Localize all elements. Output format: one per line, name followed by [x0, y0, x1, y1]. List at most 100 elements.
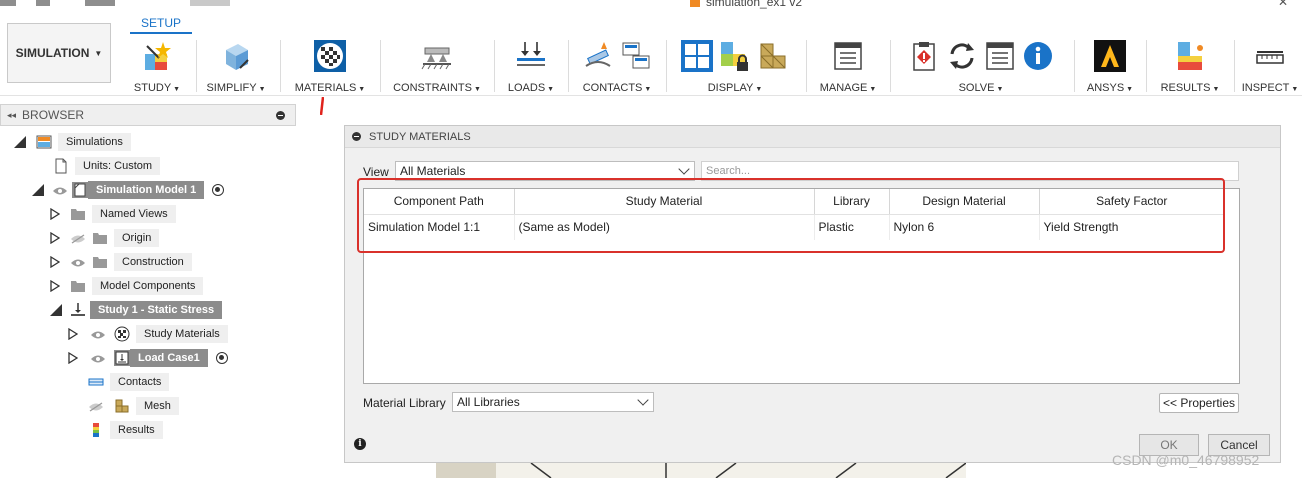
column-header-component-path[interactable]: Component Path: [364, 189, 515, 215]
contacts-group[interactable]: CONTACTS ▼: [574, 36, 660, 94]
expand-triangle-icon[interactable]: [50, 304, 62, 316]
app-menu-icon[interactable]: [0, 0, 16, 6]
results-group[interactable]: RESULTS ▼: [1152, 36, 1228, 94]
study-group[interactable]: STUDY ▼: [122, 36, 192, 94]
close-icon[interactable]: ✕: [1278, 0, 1288, 9]
activate-radio-icon[interactable]: [212, 184, 225, 196]
column-header-design-material[interactable]: Design Material: [889, 189, 1040, 215]
structural-constraint-icon[interactable]: [421, 40, 453, 72]
collapsed-triangle-icon[interactable]: [68, 328, 78, 340]
column-header-library[interactable]: Library: [814, 189, 890, 215]
static-stress-icon: [70, 302, 86, 318]
dialog-header[interactable]: STUDY MATERIALS: [345, 126, 1280, 148]
constraints-label: CONSTRAINTS: [393, 82, 472, 94]
collapsed-triangle-icon[interactable]: [50, 232, 60, 244]
tree-node-study-materials[interactable]: Study Materials: [68, 324, 228, 344]
cell-study-material[interactable]: (Same as Model): [514, 214, 815, 240]
manage-group[interactable]: MANAGE ▼: [812, 36, 884, 94]
collapsed-triangle-icon[interactable]: [50, 208, 60, 220]
table-row[interactable]: Simulation Model 1:1 (Same as Model) Pla…: [364, 214, 1224, 240]
tree-node-origin[interactable]: Origin: [50, 228, 160, 248]
mesh-display-icon[interactable]: [757, 40, 789, 72]
tab-setup[interactable]: SETUP: [130, 16, 192, 34]
study-materials-icon[interactable]: [314, 40, 346, 72]
save-icon[interactable]: [85, 0, 115, 6]
measure-icon[interactable]: [1254, 40, 1286, 72]
collapsed-triangle-icon[interactable]: [68, 352, 78, 364]
visibility-eye-icon[interactable]: [70, 257, 86, 267]
collapsed-triangle-icon[interactable]: [50, 280, 60, 292]
display-settings-icon[interactable]: [681, 40, 713, 72]
ansys-group[interactable]: ANSYS ▼: [1080, 36, 1140, 94]
cell-safety-factor[interactable]: Yield Strength: [1039, 214, 1224, 240]
properties-button[interactable]: << Properties: [1159, 393, 1239, 413]
document-title-text: simulation_ex1 v2: [706, 0, 803, 9]
pre-check-icon[interactable]: [908, 40, 940, 72]
settings-list-icon[interactable]: [832, 40, 864, 72]
expand-triangle-icon[interactable]: [32, 184, 44, 196]
materials-table-container: Component Path Study Material Library De…: [363, 188, 1240, 384]
tree-node-units[interactable]: Units: Custom: [53, 156, 161, 176]
automatic-contacts-icon[interactable]: [582, 40, 614, 72]
tree-node-contacts[interactable]: Contacts: [88, 372, 170, 392]
workspace-switcher-button[interactable]: SIMULATION ▼: [7, 23, 111, 83]
visibility-eye-icon[interactable]: [90, 329, 106, 339]
tree-node-load-case[interactable]: Load Case1: [68, 348, 228, 368]
tree-node-study-1[interactable]: Study 1 - Static Stress: [50, 300, 223, 320]
activate-radio-icon[interactable]: [215, 352, 228, 364]
tree-label: Construction: [114, 253, 192, 271]
cell-component-path: Simulation Model 1:1: [364, 214, 515, 240]
folder-icon: [70, 278, 86, 294]
constraints-group[interactable]: CONSTRAINTS ▼: [386, 36, 488, 94]
materials-group[interactable]: MATERIALS ▼: [286, 36, 374, 94]
hidden-eye-icon[interactable]: [70, 233, 86, 244]
material-library-select[interactable]: All Libraries: [452, 392, 654, 412]
results-icon[interactable]: [1174, 40, 1206, 72]
collapsed-triangle-icon[interactable]: [50, 256, 60, 268]
info-icon[interactable]: i: [354, 438, 366, 450]
home-icon[interactable]: [190, 0, 230, 6]
solve-icon[interactable]: [946, 40, 978, 72]
minimize-browser-icon[interactable]: [276, 111, 285, 120]
column-header-study-material[interactable]: Study Material: [514, 189, 815, 215]
hidden-eye-icon[interactable]: [88, 401, 104, 412]
simplify-icon[interactable]: [220, 40, 252, 72]
simplify-group[interactable]: SIMPLIFY ▼: [200, 36, 272, 94]
tree-label: Contacts: [110, 373, 170, 391]
inspect-group[interactable]: INSPECT ▼: [1238, 36, 1302, 94]
job-status-icon[interactable]: [984, 40, 1016, 72]
solve-group[interactable]: SOLVE ▼: [896, 36, 1066, 94]
info-circle-icon[interactable]: [1022, 40, 1054, 72]
display-group[interactable]: DISPLAY ▼: [672, 36, 798, 94]
tree-node-construction[interactable]: Construction: [50, 252, 192, 272]
search-input[interactable]: [701, 161, 1239, 181]
visibility-eye-icon[interactable]: [90, 353, 106, 363]
tree-node-mesh[interactable]: Mesh: [88, 396, 179, 416]
view-filter-select[interactable]: All Materials: [395, 161, 695, 181]
loads-group[interactable]: LOADS ▼: [500, 36, 562, 94]
tree-node-simulations[interactable]: Simulations: [14, 132, 131, 152]
collapse-dialog-icon[interactable]: [352, 132, 361, 141]
lock-display-icon[interactable]: [719, 40, 751, 72]
structural-load-icon[interactable]: [515, 40, 547, 72]
collapse-panel-icon[interactable]: ◂◂: [7, 110, 16, 121]
chevron-down-icon: ▼: [1212, 86, 1220, 93]
browser-header[interactable]: ◂◂ BROWSER: [0, 104, 296, 126]
material-library-label: Material Library: [363, 396, 446, 410]
tree-node-simulation-model[interactable]: Simulation Model 1: [32, 180, 225, 200]
manage-contacts-icon[interactable]: [620, 40, 652, 72]
column-header-safety-factor[interactable]: Safety Factor: [1039, 189, 1224, 215]
new-study-icon[interactable]: [141, 40, 173, 72]
tree-node-results[interactable]: Results: [88, 420, 163, 440]
chevron-down-icon: ▼: [473, 86, 481, 93]
material-sphere-icon: [114, 326, 130, 342]
tree-node-named-views[interactable]: Named Views: [50, 204, 176, 224]
ansys-logo-icon[interactable]: [1094, 40, 1126, 72]
chevron-down-icon: ▼: [1291, 86, 1299, 93]
visibility-eye-icon[interactable]: [52, 185, 68, 195]
tree-node-model-components[interactable]: Model Components: [50, 276, 204, 296]
file-icon[interactable]: [36, 0, 50, 6]
ansys-label: ANSYS: [1086, 82, 1125, 94]
toolbar-divider: [380, 40, 381, 92]
expand-triangle-icon[interactable]: [14, 136, 26, 148]
